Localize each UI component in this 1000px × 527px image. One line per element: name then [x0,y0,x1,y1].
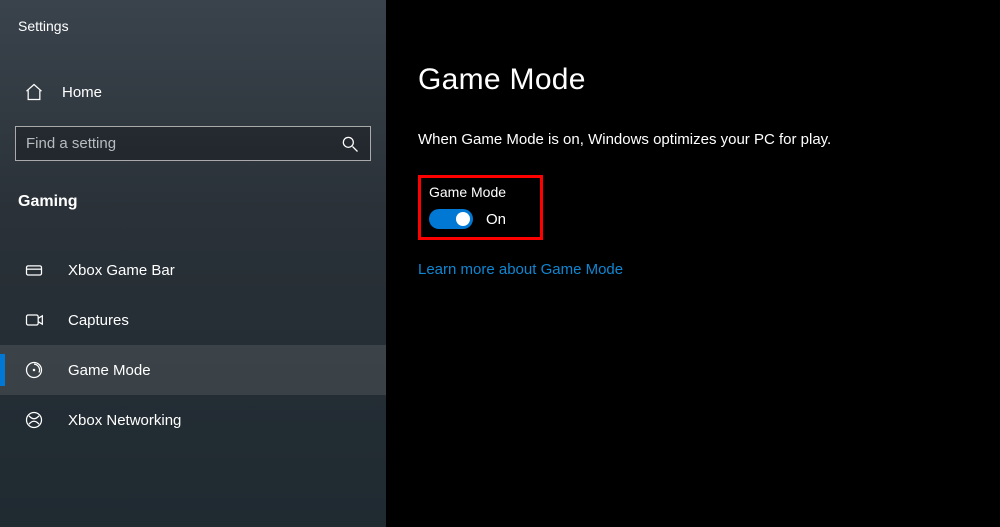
captures-icon [24,310,44,330]
sidebar-item-label: Xbox Game Bar [68,262,175,279]
xbox-networking-icon [24,410,44,430]
sidebar-item-label: Xbox Networking [68,412,181,429]
sidebar-item-xbox-game-bar[interactable]: Xbox Game Bar [0,245,386,295]
sidebar-item-game-mode[interactable]: Game Mode [0,345,386,395]
home-label: Home [62,84,102,101]
nav-list: Xbox Game Bar Captures Game Mode [0,245,386,445]
game-mode-icon [24,360,44,380]
sidebar-item-captures[interactable]: Captures [0,295,386,345]
toggle-row: On [429,209,532,229]
window-title: Settings [18,18,371,34]
game-mode-toggle[interactable] [429,209,473,229]
sidebar-item-xbox-networking[interactable]: Xbox Networking [0,395,386,445]
search-input[interactable] [26,135,340,152]
learn-more-link[interactable]: Learn more about Game Mode [418,261,623,278]
toggle-label: Game Mode [429,184,532,200]
sidebar: Settings Home Gaming Xbox Game Bar [0,0,386,527]
annotation-highlight: Game Mode On [418,175,543,240]
page-title: Game Mode [418,63,1000,97]
toggle-knob [456,212,470,226]
game-bar-icon [24,260,44,280]
content-pane: Game Mode When Game Mode is on, Windows … [386,0,1000,527]
home-icon [24,82,44,102]
search-box[interactable] [15,126,371,161]
search-icon [340,134,360,154]
section-label: Gaming [18,193,371,211]
sidebar-item-label: Game Mode [68,362,151,379]
sidebar-item-label: Captures [68,312,129,329]
page-description: When Game Mode is on, Windows optimizes … [418,131,1000,148]
home-nav[interactable]: Home [24,82,371,102]
settings-window: Settings Home Gaming Xbox Game Bar [0,0,1000,527]
toggle-state: On [486,211,506,228]
